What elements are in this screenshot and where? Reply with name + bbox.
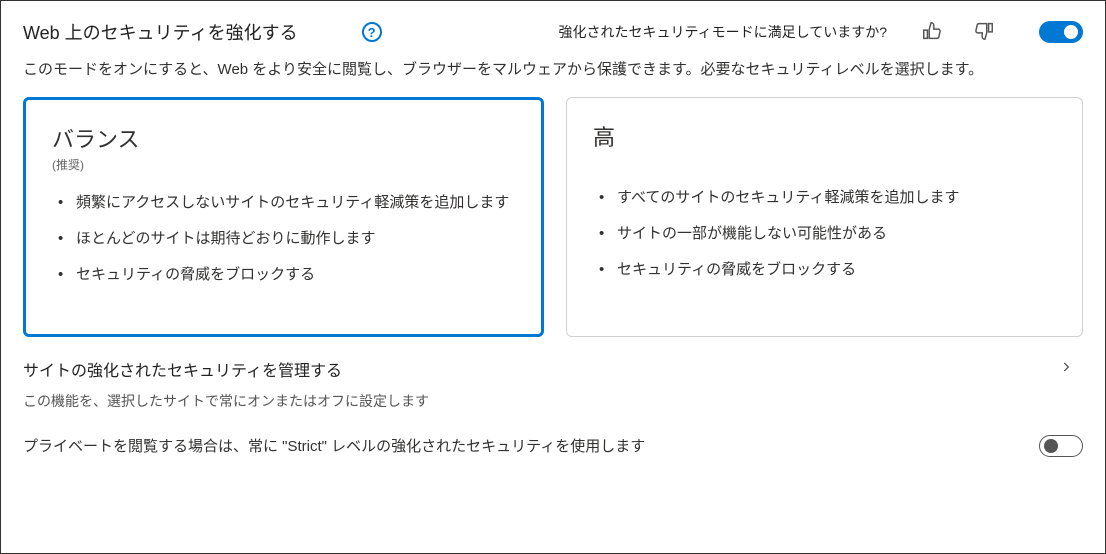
chevron-right-icon: [1059, 360, 1083, 377]
security-level-balanced-card[interactable]: バランス (推奨) 頻繁にアクセスしないサイトのセキュリティ軽減策を追加します …: [23, 97, 544, 337]
strict-title: 高: [593, 120, 1056, 152]
private-strict-label: プライベートを閲覧する場合は、常に "Strict" レベルの強化されたセキュリ…: [23, 435, 1039, 456]
help-icon[interactable]: ?: [362, 22, 382, 42]
balanced-item: 頻繁にアクセスしないサイトのセキュリティ軽減策を追加します: [56, 191, 515, 215]
manage-sites-title: サイトの強化されたセキュリティを管理する: [23, 357, 1059, 381]
strict-item: サイトの一部が機能しない可能性がある: [597, 222, 1056, 246]
page-title: Web 上のセキュリティを強化する: [23, 19, 298, 45]
manage-sites-row[interactable]: サイトの強化されたセキュリティを管理する: [1, 337, 1105, 385]
manage-sites-desc: この機能を、選択したサイトで常にオンまたはオフに設定します: [1, 385, 1105, 429]
feedback-prompt: 強化されたセキュリティモードに満足していますか?: [558, 22, 887, 42]
balanced-item: セキュリティの脅威をブロックする: [56, 263, 515, 287]
balanced-title: バランス: [52, 122, 515, 154]
balanced-item: ほとんどのサイトは期待どおりに動作します: [56, 227, 515, 251]
balanced-subtitle: (推奨): [52, 156, 515, 173]
thumbs-up-icon[interactable]: [921, 20, 943, 45]
enhanced-security-toggle[interactable]: [1039, 21, 1083, 43]
mode-description: このモードをオンにすると、Web をより安全に閲覧し、ブラウザーをマルウェアから…: [1, 53, 1105, 97]
security-level-strict-card[interactable]: 高 . すべてのサイトのセキュリティ軽減策を追加します サイトの一部が機能しない…: [566, 97, 1083, 337]
strict-item: すべてのサイトのセキュリティ軽減策を追加します: [597, 186, 1056, 210]
private-strict-toggle[interactable]: [1039, 435, 1083, 457]
thumbs-down-icon[interactable]: [973, 20, 995, 45]
strict-item: セキュリティの脅威をブロックする: [597, 258, 1056, 282]
